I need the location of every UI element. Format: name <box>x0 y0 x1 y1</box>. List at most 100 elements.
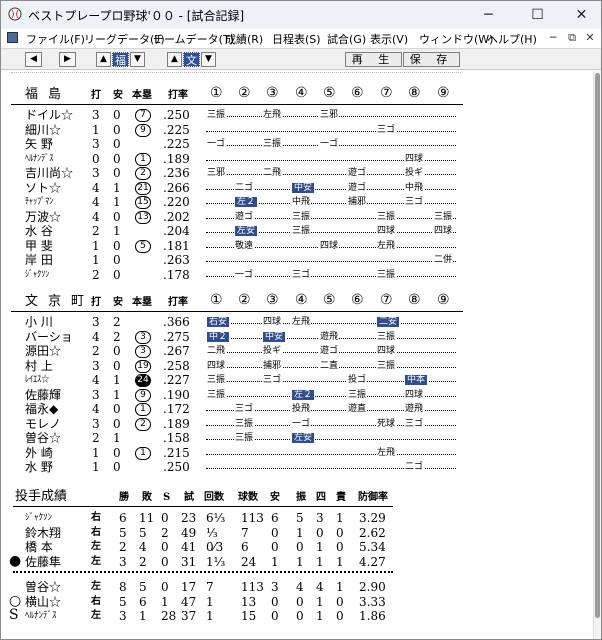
game-record-sheet: 福島打安本塁 打率 ① ② ③ ④ ⑤ ⑥ ⑦ ⑧ ⑨ ドイル☆ 3 0 7.250 三振 左飛 三邪 細川☆ 1 0 9… <box>1 71 593 639</box>
pitcher-hits: 0 <box>271 525 279 540</box>
player-avg: .266 <box>163 180 190 195</box>
inning-result: 死球 <box>376 417 397 430</box>
hr-count-badge: 1 <box>135 446 151 460</box>
pitcher-w: 5 <box>119 594 127 609</box>
inning-result: 二ゴ <box>234 181 255 194</box>
player-hits: 0 <box>113 166 121 180</box>
next-game-button[interactable]: ▶ <box>59 52 76 67</box>
result-text: 左飛 <box>292 317 311 327</box>
pitcher-pitches: 6 <box>241 540 249 554</box>
team2-down-button[interactable]: ▼ <box>201 52 216 67</box>
pitcher-k: 0 <box>296 594 304 609</box>
play-button[interactable]: 再 生 <box>345 52 402 67</box>
result-text: 三ゴ <box>405 197 424 207</box>
menu-item-5[interactable]: 試合(G) <box>327 31 366 47</box>
player-hits: 0 <box>113 253 121 267</box>
inning-result: 三ゴ <box>291 268 312 281</box>
menu-item-7[interactable]: ウィンドウ(W) <box>419 31 493 47</box>
document-icon[interactable] <box>7 32 18 43</box>
player-avg: .225 <box>163 122 190 137</box>
inning-header: ④ <box>295 85 308 101</box>
inning-result: 投ギ <box>404 167 425 179</box>
player-hits: 1 <box>113 180 121 195</box>
hr-count-badge: 2 <box>135 417 151 431</box>
result-leader <box>206 453 456 455</box>
inning-header: ⑧ <box>408 292 421 308</box>
team2-up-button[interactable]: ▲ <box>167 52 182 67</box>
inning-result: 三邪 <box>206 167 227 179</box>
menu-item-6[interactable]: 表示(V) <box>370 31 408 47</box>
team1-down-button[interactable]: ▼ <box>130 52 145 67</box>
menu-item-2[interactable]: チームデータ(T) <box>153 31 234 47</box>
result-text: 中２ <box>207 331 230 342</box>
inning-result: 四球 <box>376 225 397 237</box>
maximize-button[interactable]: ☐ <box>515 1 560 29</box>
team1-up-button[interactable]: ▲ <box>96 52 111 67</box>
inning-result: 左安 <box>291 432 316 444</box>
scrollbar-thumb[interactable] <box>595 73 600 618</box>
inning-header: ⑤ <box>323 85 336 101</box>
pitcher-er: 1 <box>336 580 344 594</box>
title-bar[interactable]: ベストプレープロ野球'００ - [試合記録] ─ ☐ ✕ <box>1 1 601 29</box>
pitcher-ip: 6⅓ <box>206 511 226 525</box>
player-avg: .189 <box>163 416 190 431</box>
mdi-restore-icon[interactable]: ⧉ <box>563 29 581 47</box>
team2-tab[interactable]: 文 <box>183 52 200 67</box>
save-button[interactable]: 保 存 <box>403 52 460 67</box>
pitching-header: 安 <box>270 492 280 503</box>
close-button[interactable]: ✕ <box>559 1 601 29</box>
hr-count-badge: 9 <box>135 388 151 402</box>
pitcher-hand: 左 <box>91 541 101 552</box>
hr-count-badge: 3 <box>135 330 151 344</box>
player-name: 福永◆ <box>25 402 59 416</box>
inning-result: 三振 <box>206 374 227 386</box>
inning-result: 二飛 <box>206 345 227 357</box>
inning-result: 三ゴ <box>404 417 425 430</box>
player-name: ソト☆ <box>25 180 62 195</box>
inning-result: 三振 <box>347 388 368 401</box>
pitching-title: 投手成績 <box>15 489 68 504</box>
result-text: 遊ゴ <box>348 168 367 178</box>
pitcher-bb: 1 <box>316 540 324 554</box>
player-avg: .250 <box>163 460 190 474</box>
inning-result: 三振 <box>262 138 283 150</box>
header-hits: 安 <box>113 297 123 308</box>
result-text: 三振 <box>235 433 254 443</box>
team1-tab[interactable]: 福 <box>112 52 129 67</box>
prev-game-button[interactable]: ◀ <box>25 52 42 67</box>
result-text: 三邪 <box>320 110 339 120</box>
result-text: 左飛 <box>377 447 396 458</box>
player-avg: .172 <box>163 402 190 416</box>
pitcher-l: 6 <box>139 594 147 609</box>
inning-result: 四球 <box>206 359 227 372</box>
pitcher-k: 0 <box>296 609 304 623</box>
player-avg: .227 <box>163 373 190 387</box>
inning-header: ③ <box>266 85 279 101</box>
menu-item-3[interactable]: 成績(R) <box>225 31 263 47</box>
toolbar: ◀ ▶ ▲ 福 ▼ ▲ 文 ▼ 再 生 保 存 <box>1 48 601 70</box>
menu-item-8[interactable]: ヘルプ(H) <box>487 31 537 47</box>
player-ab: 3 <box>92 387 100 402</box>
player-ab: 3 <box>92 358 100 373</box>
result-text: 中飛 <box>405 182 424 193</box>
player-ab: 3 <box>92 166 100 180</box>
pitching-header: 敗 <box>142 492 152 503</box>
menu-item-4[interactable]: 日程表(S) <box>272 31 321 47</box>
player-name: 矢 野 <box>25 137 53 151</box>
minimize-button[interactable]: ─ <box>466 1 511 29</box>
menu-item-0[interactable]: ファイル(F) <box>26 31 85 47</box>
inning-result: 捕邪 <box>262 359 283 372</box>
player-name: 水 野 <box>25 460 53 474</box>
player-hits: 0 <box>113 137 121 151</box>
mdi-close-icon[interactable]: ✕ <box>581 29 599 47</box>
pitcher-result-mark: S <box>9 607 19 623</box>
player-hits: 1 <box>113 373 121 387</box>
result-text: 遊ゴ <box>320 346 339 356</box>
player-ab: 4 <box>92 195 100 209</box>
result-text: 三振 <box>207 389 226 400</box>
player-name: 万波☆ <box>25 209 62 224</box>
pitcher-era: 2.62 <box>359 525 386 540</box>
pitcher-w: 3 <box>119 554 127 569</box>
pitcher-g: 47 <box>181 594 197 609</box>
mdi-minimize-icon[interactable]: ─ <box>544 29 562 47</box>
